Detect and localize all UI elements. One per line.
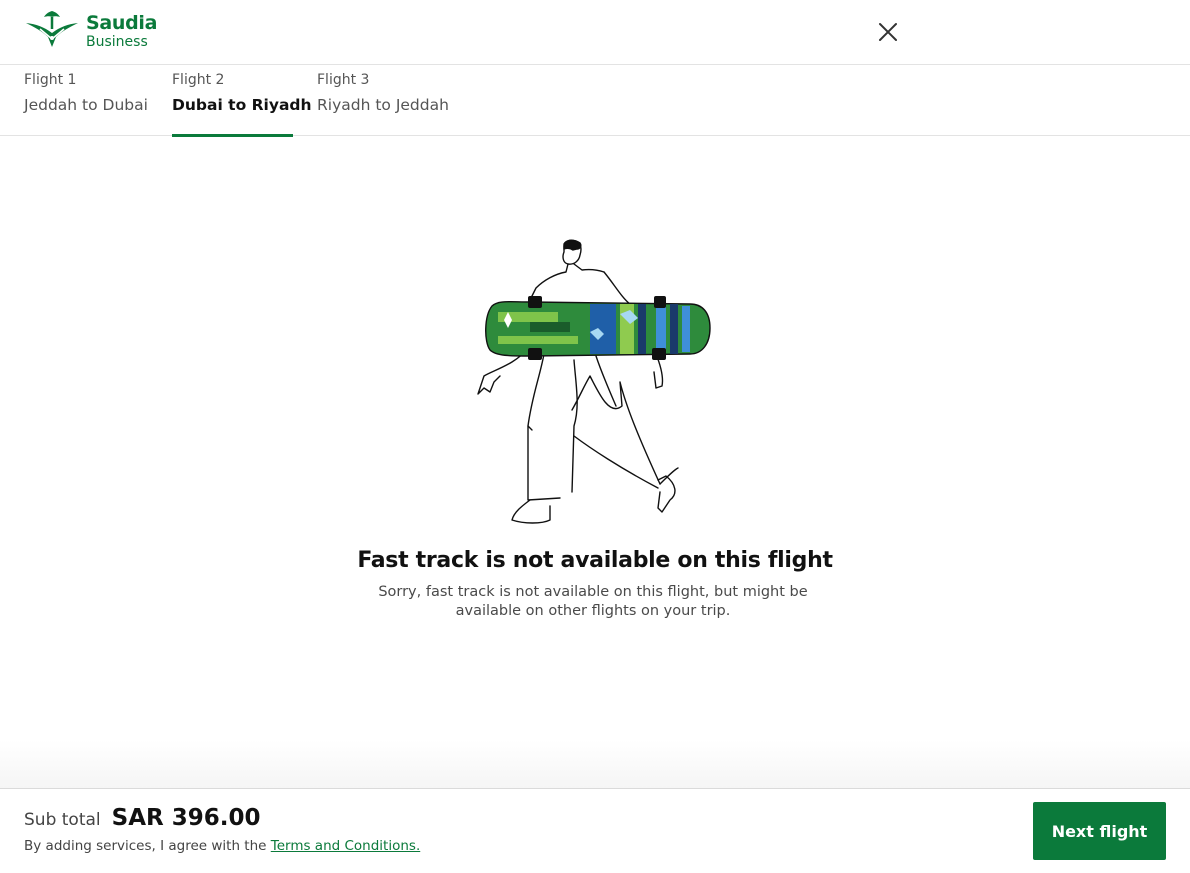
- next-flight-button[interactable]: Next flight: [1033, 802, 1166, 860]
- subtotal-label: Sub total: [24, 810, 101, 830]
- tab-flight-route: Riyadh to Jeddah: [317, 96, 449, 114]
- header: Saudia Business: [0, 0, 1190, 65]
- subtotal-value: SAR 396.00: [111, 805, 261, 831]
- tab-flight-2[interactable]: Flight 2 Dubai to Riyadh: [172, 65, 312, 137]
- tab-flight-number: Flight 2: [172, 72, 225, 88]
- logo-brand-text: Saudia: [86, 12, 158, 34]
- terms-prefix: By adding services, I agree with the: [24, 838, 267, 854]
- footer: Sub total SAR 396.00 By adding services,…: [0, 788, 1190, 873]
- logo-sub-text: Business: [86, 34, 148, 50]
- unavailable-description: Sorry, fast track is not available on th…: [378, 584, 808, 619]
- tab-flight-route: Jeddah to Dubai: [24, 96, 148, 114]
- tab-flight-number: Flight 1: [24, 72, 77, 88]
- man-carrying-skateboard-icon: [477, 239, 711, 524]
- saudia-business-logo: Saudia Business: [24, 9, 157, 49]
- close-button[interactable]: [876, 20, 900, 44]
- saudia-palm-emblem-icon: [26, 11, 78, 47]
- close-icon: [879, 23, 897, 41]
- tab-flight-route: Dubai to Riyadh: [172, 96, 312, 114]
- terms-notice: By adding services, I agree with the Ter…: [24, 838, 420, 854]
- tab-flight-1[interactable]: Flight 1 Jeddah to Dubai: [24, 65, 149, 136]
- flight-tabs: Flight 1 Jeddah to Dubai Flight 2 Dubai …: [0, 65, 1190, 137]
- man-carrying-skateboard-illustration: [470, 236, 720, 532]
- tab-flight-number: Flight 3: [317, 72, 370, 88]
- unavailable-title: Fast track is not available on this flig…: [357, 548, 833, 573]
- subtotal: Sub total SAR 396.00: [24, 805, 260, 831]
- terms-and-conditions-link[interactable]: Terms and Conditions.: [271, 838, 420, 854]
- active-tab-indicator: [172, 134, 293, 137]
- footer-shadow: [0, 740, 1190, 788]
- page: Saudia Business Flight 1 Jeddah to Dubai…: [0, 0, 1190, 873]
- tab-flight-3[interactable]: Flight 3 Riyadh to Jeddah: [317, 65, 450, 136]
